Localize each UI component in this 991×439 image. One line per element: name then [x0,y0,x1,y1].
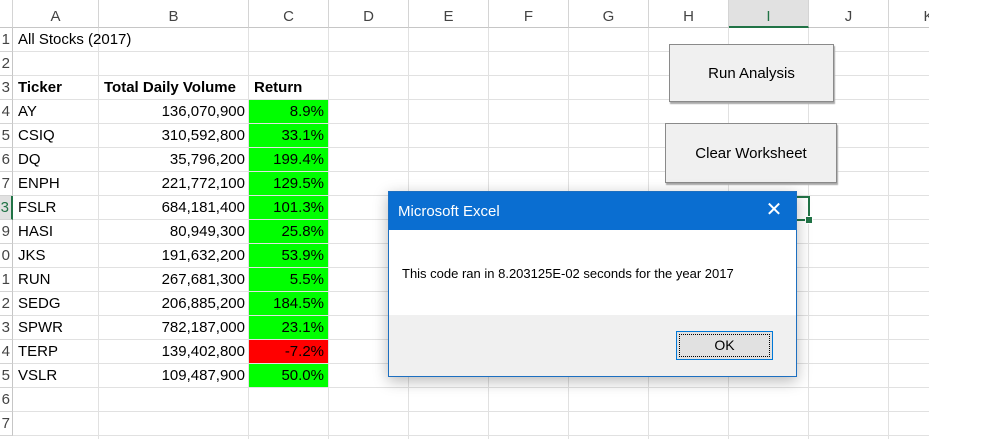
return-cell[interactable]: 8.9% [249,100,328,123]
column-header-h[interactable]: H [649,0,729,28]
gridline-vertical [888,28,889,439]
row-header-1[interactable]: 1 [0,28,13,52]
volume-cell[interactable]: 206,885,200 [99,292,249,315]
sheet-title-cell[interactable]: All Stocks (2017) [13,28,329,51]
column-header-k[interactable]: K [889,0,929,28]
row-header-16[interactable]: 6 [0,388,13,412]
row-header-15[interactable]: 5 [0,364,13,388]
row-number: 2 [1,55,10,72]
dialog-title: Microsoft Excel [398,203,500,220]
column-header-c[interactable]: C [249,0,329,28]
run-analysis-button[interactable]: Run Analysis [669,44,834,102]
close-icon[interactable]: ✕ [762,198,786,222]
row-header-14[interactable]: 4 [0,340,13,364]
dialog-title-bar: Microsoft Excel ✕ [389,192,796,230]
fill-handle[interactable] [805,216,813,224]
row-header-12[interactable]: 2 [0,292,13,316]
volume-cell[interactable]: 221,772,100 [99,172,249,195]
row-number: 6 [1,151,10,168]
row-number: 5 [1,127,10,144]
row-number: 1 [1,271,10,288]
volume-cell[interactable]: 310,592,800 [99,124,249,147]
volume-cell[interactable]: 35,796,200 [99,148,249,171]
row-header-9[interactable]: 9 [0,220,13,244]
row-number: 1 [1,31,10,48]
select-all-corner[interactable] [0,0,13,28]
row-number: 9 [1,223,10,240]
gridline-horizontal [13,435,929,436]
return-cell[interactable]: 33.1% [249,124,328,147]
row-header-5[interactable]: 5 [0,124,13,148]
row-number: 6 [1,391,10,408]
row-header-13[interactable]: 3 [0,316,13,340]
row-number: 7 [1,415,10,432]
return-cell[interactable]: 199.4% [249,148,328,171]
row-number: 2 [1,295,10,312]
return-cell[interactable]: 184.5% [249,292,328,315]
volume-cell[interactable]: 782,187,000 [99,316,249,339]
row-number: 3 [1,79,10,96]
column-header-a[interactable]: A [13,0,99,28]
ticker-cell[interactable]: AY [13,100,99,123]
return-cell[interactable]: 5.5% [249,268,328,291]
ticker-cell[interactable]: TERP [13,340,99,363]
header-volume[interactable]: Total Daily Volume [99,76,249,99]
volume-cell[interactable]: 191,632,200 [99,244,249,267]
row-header-2[interactable]: 2 [0,52,13,76]
volume-cell[interactable]: 136,070,900 [99,100,249,123]
ticker-cell[interactable]: VSLR [13,364,99,387]
message-box: Microsoft Excel ✕ This code ran in 8.203… [388,191,797,377]
return-cell[interactable]: 129.5% [249,172,328,195]
column-header-g[interactable]: G [569,0,649,28]
volume-cell[interactable]: 139,402,800 [99,340,249,363]
volume-cell[interactable]: 267,681,300 [99,268,249,291]
return-cell[interactable]: 53.9% [249,244,328,267]
return-cell[interactable]: 23.1% [249,316,328,339]
gridline-horizontal [13,411,929,412]
column-header-b[interactable]: B [99,0,249,28]
volume-cell[interactable]: 109,487,900 [99,364,249,387]
row-header-6[interactable]: 6 [0,148,13,172]
row-header-4[interactable]: 4 [0,100,13,124]
ticker-cell[interactable]: FSLR [13,196,99,219]
column-header-j[interactable]: J [809,0,889,28]
row-number: 4 [1,343,10,360]
row-number: 3 [1,319,10,336]
dialog-message: This code ran in 8.203125E-02 seconds fo… [402,266,734,281]
row-header-11[interactable]: 1 [0,268,13,292]
volume-cell[interactable]: 684,181,400 [99,196,249,219]
clear-worksheet-button[interactable]: Clear Worksheet [665,123,837,183]
return-cell[interactable]: -7.2% [249,340,328,363]
return-cell[interactable]: 25.8% [249,220,328,243]
ticker-cell[interactable]: RUN [13,268,99,291]
row-header-3[interactable]: 3 [0,76,13,100]
row-number: 4 [1,103,10,120]
row-header-10[interactable]: 0 [0,244,13,268]
ticker-cell[interactable]: SEDG [13,292,99,315]
ticker-cell[interactable]: HASI [13,220,99,243]
row-number: 3 [0,199,9,216]
ticker-cell[interactable]: DQ [13,148,99,171]
row-header-7[interactable]: 7 [0,172,13,196]
volume-cell[interactable]: 80,949,300 [99,220,249,243]
return-cell[interactable]: 101.3% [249,196,328,219]
row-number: 0 [1,247,10,264]
column-header-e[interactable]: E [409,0,489,28]
ticker-cell[interactable]: CSIQ [13,124,99,147]
header-ticker[interactable]: Ticker [13,76,99,99]
column-header-d[interactable]: D [329,0,409,28]
row-header-8[interactable]: 3 [0,196,13,220]
column-header-f[interactable]: F [489,0,569,28]
ticker-cell[interactable]: ENPH [13,172,99,195]
ticker-cell[interactable]: JKS [13,244,99,267]
row-number: 5 [1,367,10,384]
ticker-cell[interactable]: SPWR [13,316,99,339]
return-cell[interactable]: 50.0% [249,364,328,387]
ok-button[interactable]: OK [676,331,773,360]
row-number: 7 [1,175,10,192]
column-header-i[interactable]: I [729,0,809,28]
header-return[interactable]: Return [249,76,329,99]
gridline-horizontal [13,387,929,388]
row-header-17[interactable]: 7 [0,412,13,436]
